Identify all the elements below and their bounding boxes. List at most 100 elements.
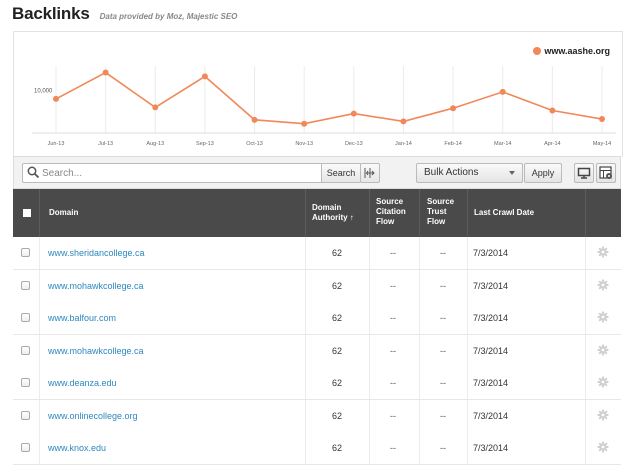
column-divider bbox=[467, 269, 468, 302]
citation-flow-value: -- bbox=[390, 410, 396, 421]
trust-flow-value: -- bbox=[440, 313, 446, 323]
data-point bbox=[251, 116, 258, 123]
x-tick-label: Dec-13 bbox=[345, 141, 363, 147]
row-checkbox[interactable] bbox=[21, 378, 30, 387]
data-point bbox=[53, 95, 59, 102]
column-header-source-citation-flow[interactable]: Source Citation Flow bbox=[376, 197, 406, 227]
column-divider bbox=[585, 399, 586, 432]
domain-authority-value: 62 bbox=[331, 443, 342, 453]
row-checkbox[interactable] bbox=[21, 248, 30, 257]
table-settings-button[interactable] bbox=[596, 163, 616, 183]
column-divider bbox=[305, 189, 306, 237]
data-point bbox=[102, 69, 109, 76]
header-line: Flow bbox=[376, 217, 395, 226]
search-button[interactable]: Search bbox=[321, 164, 360, 182]
trust-flow-value: -- bbox=[440, 248, 446, 258]
domain-authority-value: 62 bbox=[331, 410, 342, 421]
x-tick-label: Jul-13 bbox=[98, 141, 113, 147]
search-icon bbox=[27, 166, 40, 184]
data-point bbox=[152, 104, 159, 111]
search-input[interactable] bbox=[42, 166, 307, 180]
column-divider bbox=[585, 432, 586, 464]
domain-link[interactable]: www.mohawkcollege.ca bbox=[48, 346, 144, 356]
bulk-actions-dropdown[interactable]: Bulk Actions bbox=[416, 163, 523, 183]
last-crawl-date-value: 7/3/2014 bbox=[473, 410, 509, 421]
gear-icon[interactable] bbox=[597, 344, 609, 358]
domain-link[interactable]: www.knox.edu bbox=[48, 443, 106, 453]
x-tick-label: Jan-14 bbox=[395, 141, 412, 147]
row-checkbox[interactable] bbox=[21, 345, 30, 355]
data-point bbox=[201, 73, 208, 80]
column-divider bbox=[369, 367, 370, 399]
header-line: Source bbox=[427, 197, 455, 206]
row-checkbox[interactable] bbox=[21, 443, 30, 452]
trust-flow-value: -- bbox=[440, 345, 446, 356]
citation-flow-value: -- bbox=[390, 345, 396, 356]
domain-link[interactable]: www.mohawkcollege.ca bbox=[48, 281, 144, 291]
column-header-domain-authority[interactable]: Domain Authority ↑ bbox=[312, 203, 354, 223]
table-row: www.knox.edu 62 -- -- 7/3/2014 bbox=[13, 432, 621, 465]
domain-link[interactable]: www.sheridancollege.ca bbox=[48, 248, 145, 258]
x-tick-label: Mar-14 bbox=[494, 141, 511, 147]
gear-icon[interactable] bbox=[597, 376, 609, 390]
column-header-domain[interactable]: Domain bbox=[49, 208, 78, 218]
select-all-checkbox[interactable] bbox=[23, 209, 31, 217]
chart-legend[interactable]: www.aashe.org bbox=[533, 46, 610, 56]
column-divider bbox=[467, 302, 468, 334]
gear-icon[interactable] bbox=[597, 311, 609, 325]
column-divider bbox=[467, 189, 468, 237]
table-row: www.mohawkcollege.ca 62 -- -- 7/3/2014 bbox=[13, 269, 621, 303]
domain-link[interactable]: www.balfour.com bbox=[48, 313, 116, 323]
column-divider bbox=[467, 399, 468, 432]
x-tick-label: Oct-13 bbox=[246, 141, 263, 147]
column-header-last-crawl-date[interactable]: Last Crawl Date bbox=[474, 208, 534, 218]
gear-icon[interactable] bbox=[597, 441, 609, 455]
column-header-source-trust-flow[interactable]: Source Trust Flow bbox=[427, 197, 454, 227]
trust-flow-value: -- bbox=[440, 443, 446, 453]
column-divider bbox=[419, 432, 420, 464]
table-header: Domain Domain Authority ↑ Source Citatio… bbox=[13, 189, 621, 237]
header-line: Authority ↑ bbox=[312, 213, 354, 222]
column-divider bbox=[419, 189, 420, 237]
table-row: www.deanza.edu 62 -- -- 7/3/2014 bbox=[13, 367, 621, 400]
last-crawl-date-value: 7/3/2014 bbox=[473, 313, 509, 323]
trust-flow-value: -- bbox=[440, 410, 446, 421]
row-checkbox[interactable] bbox=[21, 313, 30, 322]
column-divider bbox=[585, 237, 586, 269]
column-divider bbox=[585, 334, 586, 367]
apply-button[interactable]: Apply bbox=[524, 163, 562, 183]
last-crawl-date-value: 7/3/2014 bbox=[473, 280, 509, 291]
column-divider bbox=[39, 189, 40, 237]
domain-link[interactable]: www.onlinecollege.org bbox=[48, 411, 138, 421]
last-crawl-date-value: 7/3/2014 bbox=[473, 345, 509, 356]
column-divider bbox=[419, 302, 420, 334]
column-divider bbox=[419, 334, 420, 367]
domain-link[interactable]: www.deanza.edu bbox=[48, 378, 117, 388]
column-divider bbox=[305, 367, 306, 399]
display-button[interactable] bbox=[574, 163, 594, 183]
x-tick-label: Jun-13 bbox=[48, 141, 65, 147]
page-title: Backlinks bbox=[12, 4, 90, 23]
last-crawl-date-value: 7/3/2014 bbox=[473, 443, 509, 453]
gear-icon[interactable] bbox=[597, 409, 609, 423]
table-settings-icon bbox=[599, 166, 612, 179]
row-checkbox[interactable] bbox=[21, 410, 30, 420]
column-divider bbox=[369, 302, 370, 334]
column-divider bbox=[39, 269, 40, 302]
row-checkbox[interactable] bbox=[21, 280, 30, 290]
data-point bbox=[450, 105, 457, 112]
gear-icon[interactable] bbox=[597, 279, 609, 293]
column-divider bbox=[369, 432, 370, 464]
citation-flow-value: -- bbox=[390, 248, 396, 258]
domain-authority-value: 62 bbox=[331, 280, 342, 291]
header-line: Trust bbox=[427, 207, 447, 216]
gear-icon[interactable] bbox=[597, 246, 609, 260]
header-line: Citation bbox=[376, 207, 406, 216]
domain-authority-value: 62 bbox=[331, 313, 342, 323]
column-divider bbox=[305, 334, 306, 367]
column-adjust-button[interactable] bbox=[360, 163, 380, 183]
column-divider bbox=[585, 269, 586, 302]
header-line: Flow bbox=[427, 217, 446, 226]
header-line: Domain bbox=[312, 203, 342, 212]
domain-authority-value: 62 bbox=[331, 345, 342, 356]
